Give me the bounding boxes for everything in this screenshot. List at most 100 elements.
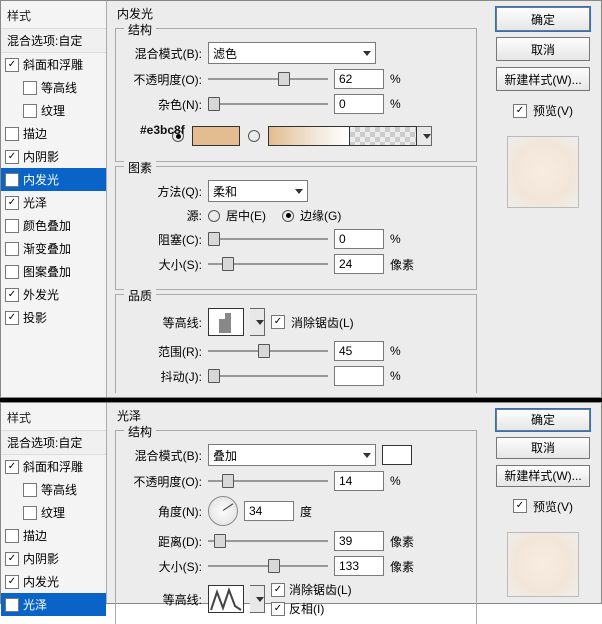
style-item-3[interactable]: 描边 bbox=[1, 122, 106, 145]
style-item-4[interactable]: ✓内阴影 bbox=[1, 145, 106, 168]
style-checkbox[interactable]: ✓ bbox=[5, 598, 19, 612]
style-item-5[interactable]: ✓内发光 bbox=[1, 570, 106, 593]
style-checkbox[interactable] bbox=[23, 81, 37, 95]
angle-input[interactable]: 34 bbox=[244, 501, 294, 521]
technique-select[interactable]: 柔和 bbox=[208, 180, 308, 202]
style-checkbox[interactable] bbox=[23, 483, 37, 497]
preview-checkbox[interactable]: ✓ bbox=[513, 104, 527, 118]
preview-label[interactable]: 预览(V) bbox=[533, 102, 573, 119]
style-item-label: 斜面和浮雕 bbox=[23, 458, 83, 475]
style-item-1[interactable]: 等高线 bbox=[1, 478, 106, 501]
style-item-label: 斜面和浮雕 bbox=[23, 56, 83, 73]
style-checkbox[interactable]: ✓ bbox=[5, 311, 19, 325]
style-item-5[interactable]: ✓内发光 bbox=[1, 168, 106, 191]
gradient-dropdown[interactable] bbox=[417, 126, 432, 146]
cancel-button[interactable]: 取消 bbox=[496, 437, 590, 459]
style-checkbox[interactable] bbox=[5, 265, 19, 279]
anti-alias-label[interactable]: 消除锯齿(L) bbox=[291, 314, 354, 331]
style-checkbox[interactable]: ✓ bbox=[5, 460, 19, 474]
ok-button[interactable]: 确定 bbox=[496, 409, 590, 431]
style-checkbox[interactable]: ✓ bbox=[5, 196, 19, 210]
style-item-2[interactable]: 纹理 bbox=[1, 99, 106, 122]
style-checkbox[interactable]: ✓ bbox=[5, 552, 19, 566]
range-input[interactable]: 45 bbox=[334, 341, 384, 361]
source-center-radio[interactable] bbox=[208, 210, 220, 222]
size-input[interactable]: 24 bbox=[334, 254, 384, 274]
distance-input[interactable]: 39 bbox=[334, 531, 384, 551]
style-item-3[interactable]: 描边 bbox=[1, 524, 106, 547]
color-swatch[interactable] bbox=[192, 126, 240, 146]
style-item-10[interactable]: ✓外发光 bbox=[1, 283, 106, 306]
range-slider[interactable] bbox=[208, 344, 328, 358]
style-checkbox[interactable] bbox=[5, 242, 19, 256]
color-swatch[interactable] bbox=[382, 445, 412, 465]
new-style-button[interactable]: 新建样式(W)... bbox=[496, 67, 590, 91]
style-checkbox[interactable] bbox=[5, 219, 19, 233]
style-item-0[interactable]: ✓ 斜面和浮雕 bbox=[1, 455, 106, 478]
style-checkbox[interactable] bbox=[5, 127, 19, 141]
opacity-input[interactable]: 62 bbox=[334, 69, 384, 89]
jitter-slider[interactable] bbox=[208, 369, 328, 383]
preview-label[interactable]: 预览(V) bbox=[533, 498, 573, 515]
style-checkbox[interactable]: ✓ bbox=[5, 58, 19, 72]
gradient-checker[interactable] bbox=[350, 126, 417, 146]
ok-button[interactable]: 确定 bbox=[496, 7, 590, 31]
size-slider[interactable] bbox=[208, 559, 328, 573]
angle-dial[interactable] bbox=[208, 496, 238, 526]
source-center-label[interactable]: 居中(E) bbox=[226, 207, 266, 224]
blend-mode-select[interactable]: 滤色 bbox=[208, 42, 376, 64]
anti-alias-checkbox[interactable]: ✓ bbox=[271, 315, 285, 329]
angle-unit: 度 bbox=[300, 503, 326, 520]
choke-input[interactable]: 0 bbox=[334, 229, 384, 249]
source-edge-radio[interactable] bbox=[282, 210, 294, 222]
opacity-unit: % bbox=[390, 72, 416, 86]
choke-slider[interactable] bbox=[208, 232, 328, 246]
contour-dropdown[interactable] bbox=[250, 585, 265, 613]
gradient-swatch[interactable] bbox=[268, 126, 350, 146]
opacity-input[interactable]: 14 bbox=[334, 471, 384, 491]
range-label: 范围(R): bbox=[126, 343, 202, 360]
style-item-1[interactable]: 等高线 bbox=[1, 76, 106, 99]
style-item-2[interactable]: 纹理 bbox=[1, 501, 106, 524]
style-checkbox[interactable]: ✓ bbox=[5, 288, 19, 302]
style-item-7[interactable]: 颜色叠加 bbox=[1, 214, 106, 237]
page-title: 内发光 bbox=[115, 3, 477, 24]
distance-slider[interactable] bbox=[208, 534, 328, 548]
invert-label[interactable]: 反相(I) bbox=[289, 600, 324, 617]
preview-checkbox[interactable]: ✓ bbox=[513, 499, 527, 513]
jitter-input[interactable] bbox=[334, 366, 384, 386]
style-checkbox[interactable]: ✓ bbox=[5, 173, 19, 187]
opacity-slider[interactable] bbox=[208, 474, 328, 488]
style-checkbox[interactable]: ✓ bbox=[5, 150, 19, 164]
style-item-9[interactable]: 图案叠加 bbox=[1, 260, 106, 283]
size-slider[interactable] bbox=[208, 257, 328, 271]
style-item-0[interactable]: ✓ 斜面和浮雕 bbox=[1, 53, 106, 76]
anti-alias-checkbox[interactable]: ✓ bbox=[271, 583, 285, 597]
blend-mode-select[interactable]: 叠加 bbox=[208, 444, 376, 466]
style-item-6[interactable]: ✓光泽 bbox=[1, 593, 106, 616]
size-input[interactable]: 133 bbox=[334, 556, 384, 576]
opacity-slider[interactable] bbox=[208, 72, 328, 86]
gradient-radio[interactable] bbox=[248, 130, 260, 142]
contour-dropdown[interactable] bbox=[250, 308, 265, 336]
contour-picker[interactable] bbox=[208, 308, 244, 336]
style-checkbox[interactable] bbox=[5, 529, 19, 543]
preview-swatch bbox=[507, 136, 579, 208]
blend-options-item[interactable]: 混合选项:自定 bbox=[1, 430, 106, 455]
source-edge-label[interactable]: 边缘(G) bbox=[300, 207, 341, 224]
style-item-6[interactable]: ✓光泽 bbox=[1, 191, 106, 214]
anti-alias-label[interactable]: 消除锯齿(L) bbox=[289, 581, 352, 598]
cancel-button[interactable]: 取消 bbox=[496, 37, 590, 61]
style-checkbox[interactable] bbox=[23, 506, 37, 520]
new-style-button[interactable]: 新建样式(W)... bbox=[496, 465, 590, 487]
blend-options-item[interactable]: 混合选项:自定 bbox=[1, 28, 106, 53]
style-item-label: 纹理 bbox=[41, 102, 65, 119]
style-checkbox[interactable] bbox=[23, 104, 37, 118]
style-item-8[interactable]: 渐变叠加 bbox=[1, 237, 106, 260]
style-checkbox[interactable]: ✓ bbox=[5, 575, 19, 589]
noise-input[interactable]: 0 bbox=[334, 94, 384, 114]
style-item-4[interactable]: ✓内阴影 bbox=[1, 547, 106, 570]
noise-slider[interactable] bbox=[208, 97, 328, 111]
contour-picker[interactable] bbox=[208, 585, 244, 613]
style-item-11[interactable]: ✓投影 bbox=[1, 306, 106, 329]
